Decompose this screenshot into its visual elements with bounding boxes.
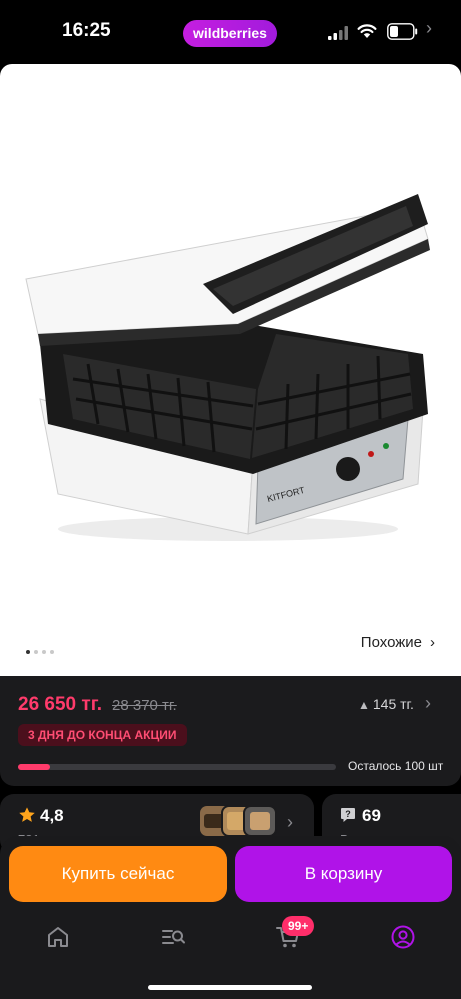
chevron-right-icon[interactable]: › <box>426 18 432 39</box>
chevron-right-icon: › <box>430 634 435 651</box>
gallery-dot[interactable] <box>26 650 30 654</box>
review-photos-thumbnails[interactable] <box>200 804 278 838</box>
rating-value: 4,8 <box>40 806 64 825</box>
wifi-icon <box>357 24 377 38</box>
bottom-action-bar: Купить сейчас В корзину 99+ <box>0 836 461 999</box>
question-bubble-icon: ? <box>341 808 355 822</box>
site-pill[interactable]: wildberries <box>183 20 277 47</box>
status-time: 16:25 <box>62 20 111 41</box>
waffle-maker-image: KITFORT <box>25 194 430 541</box>
stock-progress-fill <box>18 764 50 770</box>
triangle-up-icon: ▲ <box>358 698 370 712</box>
similar-link[interactable]: Похожие › <box>361 634 435 651</box>
questions-count: 69 <box>362 806 381 825</box>
stock-label: Осталось 100 шт <box>348 759 444 773</box>
gallery-dots <box>26 650 54 654</box>
heart-icon[interactable] <box>366 82 394 110</box>
cellular-signal-icon <box>328 26 348 40</box>
buy-now-button[interactable]: Купить сейчас <box>9 846 227 902</box>
cart-count-badge: 99+ <box>282 916 315 936</box>
home-indicator <box>148 985 312 990</box>
home-icon[interactable] <box>45 924 71 950</box>
star-icon <box>19 807 35 822</box>
similar-label: Похожие <box>360 634 422 651</box>
battery-icon <box>387 23 418 40</box>
add-to-cart-button[interactable]: В корзину <box>235 846 452 902</box>
chevron-right-icon: › <box>287 812 293 832</box>
old-price: 28 370 тг. <box>112 697 177 714</box>
catalog-search-icon[interactable] <box>160 924 186 950</box>
back-arrow-icon[interactable] <box>14 80 42 112</box>
price-card: 26 650 тг. 28 370 тг. ▲ 145 тг. › 3 ДНЯ Д… <box>0 676 461 786</box>
price-change[interactable]: ▲ 145 тг. <box>358 696 414 712</box>
stock-progress <box>18 764 336 770</box>
profile-icon[interactable] <box>390 924 416 950</box>
current-price: 26 650 тг. <box>18 694 102 715</box>
price-change-value: 145 тг. <box>372 696 414 712</box>
gallery-dot[interactable] <box>50 650 54 654</box>
gallery-dot[interactable] <box>42 650 46 654</box>
gallery-dot[interactable] <box>34 650 38 654</box>
promo-badge: 3 ДНЯ ДО КОНЦА АКЦИИ <box>18 724 187 746</box>
chevron-right-icon[interactable]: › <box>425 693 431 714</box>
svg-text:?: ? <box>345 809 351 819</box>
product-gallery[interactable]: KITFORT Похожие › <box>0 64 461 676</box>
status-bar: 16:25 wildberries <box>0 0 461 64</box>
share-icon[interactable] <box>420 80 446 112</box>
